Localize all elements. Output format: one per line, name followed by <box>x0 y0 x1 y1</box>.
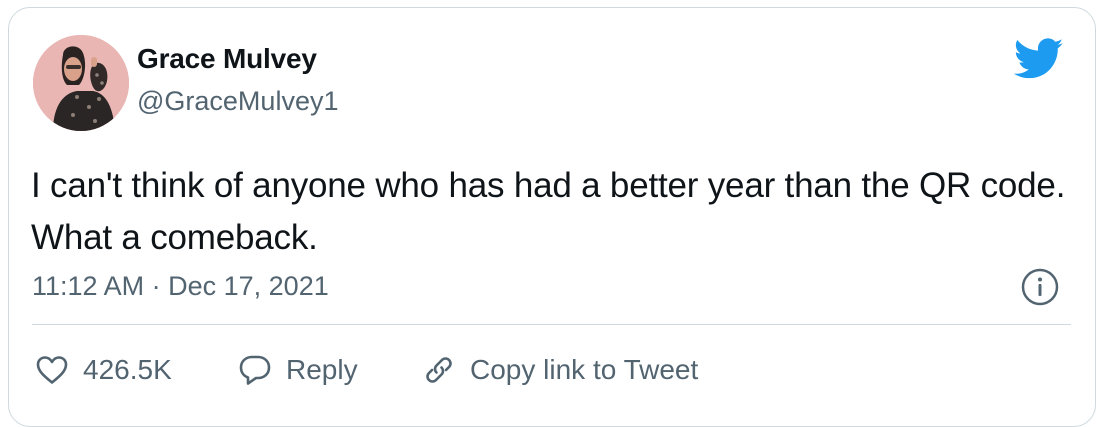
tweet-card: Grace Mulvey @GraceMulvey1 I can't think… <box>8 7 1096 427</box>
reply-bubble-icon <box>239 355 271 385</box>
tweet-actions: 426.5K Reply Copy link to Tweet <box>35 348 698 392</box>
tweet-date: Dec 17, 2021 <box>168 271 329 301</box>
author-handle[interactable]: @GraceMulvey1 <box>137 86 338 117</box>
info-icon[interactable] <box>1020 267 1060 307</box>
copy-link-label: Copy link to Tweet <box>470 354 699 385</box>
avatar[interactable] <box>33 35 129 131</box>
link-icon <box>426 357 452 383</box>
tweet-time: 11:12 AM <box>32 271 145 301</box>
profile-photo-icon <box>33 35 129 131</box>
tweet-text: I can't think of anyone who has had a be… <box>31 166 1066 257</box>
timestamp-separator: · <box>151 271 161 301</box>
heart-icon <box>36 356 68 384</box>
reply-label: Reply <box>286 354 358 385</box>
divider <box>32 324 1071 325</box>
author-name[interactable]: Grace Mulvey <box>137 43 317 75</box>
tweet-timestamp[interactable]: 11:12 AM · Dec 17, 2021 <box>32 271 329 302</box>
copy-link-button[interactable]: Copy link to Tweet <box>422 353 698 387</box>
twitter-bird-icon[interactable] <box>1014 38 1064 80</box>
reply-button[interactable]: Reply <box>238 354 422 386</box>
like-button[interactable]: 426.5K <box>35 354 210 386</box>
like-count: 426.5K <box>83 354 172 385</box>
